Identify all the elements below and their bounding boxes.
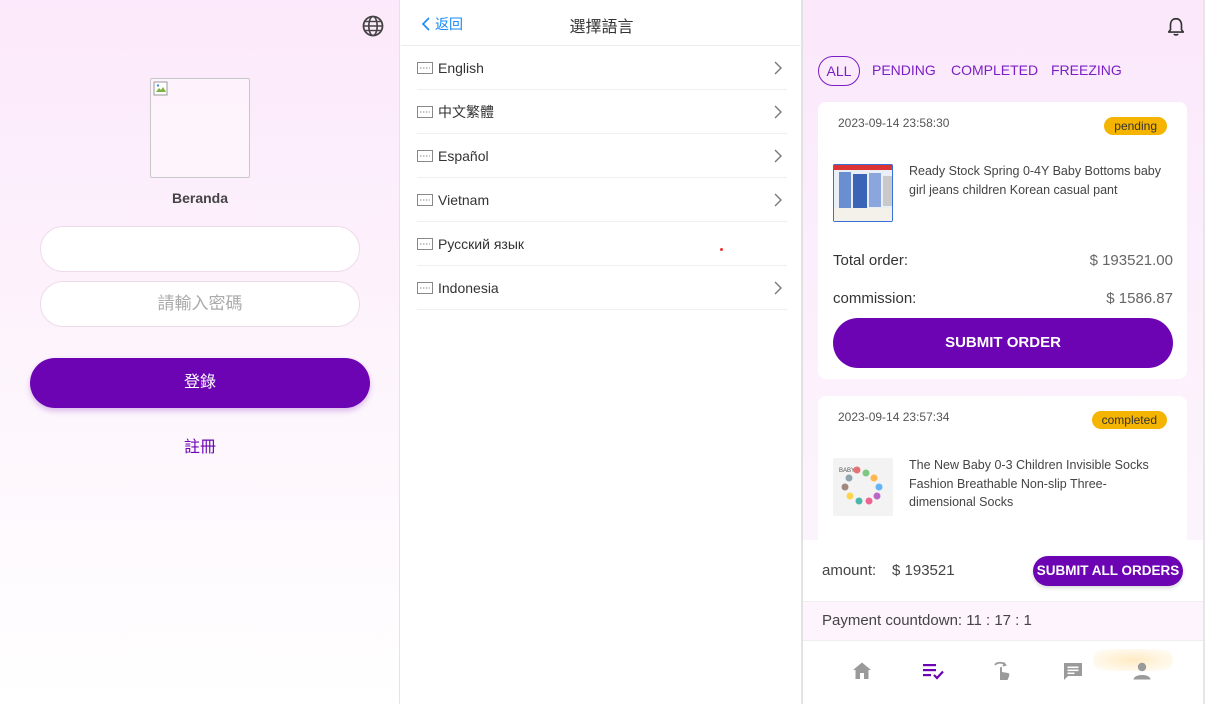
- language-label: Русский язык: [438, 235, 525, 252]
- product-thumbnail: BABY: [833, 458, 893, 516]
- tab-pending[interactable]: PENDING: [872, 56, 936, 86]
- language-label: Español: [438, 147, 489, 164]
- loading-dot: [720, 248, 723, 251]
- brand-name: Beranda: [171, 190, 229, 206]
- bell-icon[interactable]: [1165, 16, 1187, 38]
- language-item-russian[interactable]: Русский язык: [417, 222, 787, 266]
- svg-text:BABY: BABY: [839, 468, 855, 474]
- product-title: Ready Stock Spring 0-4Y Baby Bottoms bab…: [909, 164, 1161, 197]
- task-icon[interactable]: [990, 659, 1014, 683]
- language-item-indonesia[interactable]: Indonesia: [417, 266, 787, 310]
- tab-all[interactable]: ALL: [818, 56, 860, 86]
- language-label: Indonesia: [438, 279, 499, 296]
- flag-icon: [417, 105, 433, 118]
- tab-freezing[interactable]: FREEZING: [1051, 56, 1122, 86]
- language-item-chinese-traditional[interactable]: 中文繁體: [417, 90, 787, 134]
- flag-icon: [417, 281, 433, 294]
- order-time: 2023-09-14 23:57:34: [838, 410, 950, 424]
- product-thumbnail: [833, 164, 893, 222]
- total-order-value: $ 193521.00: [1089, 252, 1173, 269]
- tab-completed[interactable]: COMPLETED: [951, 56, 1038, 86]
- flag-icon: [417, 193, 433, 206]
- language-label: Vietnam: [438, 191, 490, 208]
- amount-label: amount:: [822, 562, 877, 579]
- commission-row: commission: $ 1586.87: [833, 290, 1173, 307]
- total-order-label: Total order:: [833, 252, 909, 269]
- broken-image-icon: [153, 81, 168, 96]
- order-card: 2023-09-14 23:57:34 completed BABY The N…: [818, 396, 1187, 556]
- nav-bar: 返回 選擇語言: [401, 0, 802, 46]
- total-order-row: Total order: $ 193521.00: [833, 252, 1173, 269]
- language-label: 中文繁體: [438, 103, 494, 120]
- login-panel: Beranda 請輸入密碼 登錄 註冊: [0, 0, 400, 704]
- chevron-right-icon: [774, 193, 782, 206]
- globe-icon[interactable]: [361, 14, 385, 38]
- chevron-right-icon: [774, 281, 782, 294]
- countdown-bar: Payment countdown: 11 : 17 : 1: [803, 602, 1203, 640]
- bottom-tab-bar: [803, 640, 1203, 704]
- orders-icon[interactable]: [921, 659, 945, 683]
- product-title: The New Baby 0-3 Children Invisible Sock…: [909, 458, 1149, 509]
- status-badge: completed: [1091, 411, 1167, 429]
- home-icon[interactable]: [850, 659, 874, 683]
- language-item-spanish[interactable]: Español: [417, 134, 787, 178]
- submit-order-button[interactable]: SUBMIT ORDER: [833, 318, 1173, 368]
- status-badge: pending: [1104, 117, 1167, 135]
- user-icon[interactable]: [1130, 659, 1154, 683]
- payment-countdown: Payment countdown: 11 : 17 : 1: [822, 612, 1032, 629]
- order-card: 2023-09-14 23:58:30 pending Ready Stock …: [818, 102, 1187, 379]
- language-label: English: [438, 59, 484, 76]
- amount-value: $ 193521: [892, 562, 955, 579]
- language-item-english[interactable]: English: [417, 46, 787, 90]
- commission-label: commission:: [833, 290, 917, 307]
- password-input[interactable]: 請輸入密碼: [40, 281, 360, 327]
- register-link[interactable]: 註冊: [150, 433, 250, 457]
- language-panel: 返回 選擇語言 English 中文繁體 Español Vietnam Рус…: [401, 0, 802, 704]
- flag-icon: [417, 149, 433, 162]
- chevron-right-icon: [774, 105, 782, 118]
- page-title: 選擇語言: [569, 19, 634, 36]
- order-time: 2023-09-14 23:58:30: [838, 116, 950, 130]
- flag-icon: [417, 61, 433, 74]
- language-item-vietnam[interactable]: Vietnam: [417, 178, 787, 222]
- login-button[interactable]: 登錄: [30, 358, 370, 408]
- submit-all-orders-button[interactable]: SUBMIT ALL ORDERS: [1033, 556, 1183, 586]
- orders-panel: ALL PENDING COMPLETED FREEZING 2023-09-1…: [802, 0, 1205, 704]
- chat-icon[interactable]: [1061, 659, 1085, 683]
- commission-value: $ 1586.87: [1106, 290, 1173, 307]
- summary-bar: amount: $ 193521 SUBMIT ALL ORDERS: [803, 540, 1203, 602]
- flag-icon: [417, 237, 433, 250]
- chevron-right-icon: [774, 61, 782, 74]
- chevron-right-icon: [774, 149, 782, 162]
- username-input[interactable]: [40, 226, 360, 272]
- logo-image: [150, 78, 250, 178]
